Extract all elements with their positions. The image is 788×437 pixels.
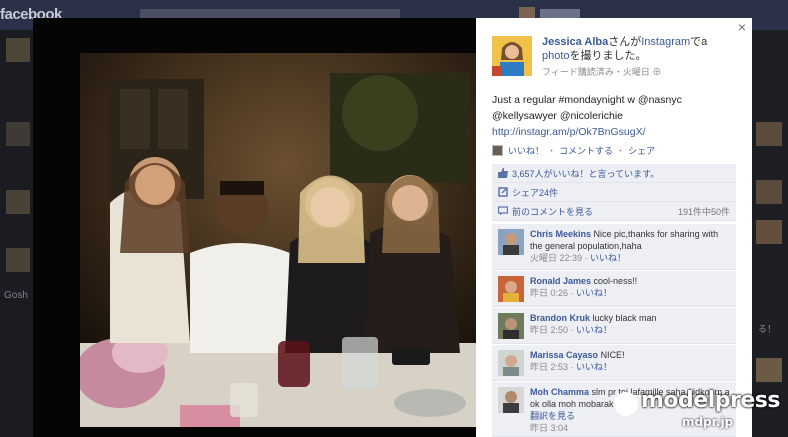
- viewer-avatar-icon: [492, 145, 503, 156]
- comment-time[interactable]: 昨日 3:04: [530, 423, 568, 433]
- share-icon: [498, 187, 508, 197]
- commenter-name[interactable]: Brandon Kruk: [530, 313, 590, 323]
- instagram-url-link[interactable]: http://instagr.am/p/Ok7BnGsugX/: [492, 124, 742, 140]
- commenter-name[interactable]: Chris Meekins: [530, 229, 591, 239]
- comment-like-link[interactable]: いいね！: [576, 325, 612, 335]
- commenter-avatar[interactable]: [498, 350, 524, 376]
- commenter-name[interactable]: Marissa Cayaso: [530, 350, 598, 360]
- photo-illustration: [80, 53, 492, 427]
- feed-thumbnail: [756, 180, 782, 204]
- commenter-avatar[interactable]: [498, 387, 524, 413]
- comment-time[interactable]: 昨日 0:26: [530, 288, 568, 298]
- comment-bubble-icon: [498, 206, 508, 216]
- instagram-photo[interactable]: [80, 53, 492, 427]
- modelpress-logo-icon: [614, 392, 638, 416]
- story-header: Jessica AlbaさんがInstagramでa photoを撮りました。: [542, 36, 708, 62]
- view-previous-comments-link[interactable]: 前のコメントを見る: [512, 205, 593, 218]
- comment-like-link[interactable]: いいね！: [576, 362, 612, 372]
- shares-count[interactable]: シェア24件: [512, 186, 558, 199]
- comment-meta: 昨日 0:26 · いいね！: [530, 288, 613, 298]
- share-link[interactable]: シェア: [628, 144, 655, 157]
- comment-body: Brandon Kruk lucky black man 昨日 2:50 · い…: [530, 312, 730, 336]
- commenter-avatar[interactable]: [498, 229, 524, 255]
- commenter-name[interactable]: Moh Chamma: [530, 387, 589, 397]
- author-avatar[interactable]: [492, 36, 532, 76]
- comment-time[interactable]: 昨日 2:50: [530, 325, 568, 335]
- comment-meta: 昨日 2:50 · いいね！: [530, 325, 613, 335]
- comment-body: Chris Meekins Nice pic,thanks for sharin…: [530, 228, 730, 264]
- feed-thumbnail: [756, 122, 782, 146]
- feedback-summary: 3,657人がいいね！と言っています。 シェア24件 前のコメントを見る 191…: [492, 164, 736, 221]
- story-meta: フィード購読済み・火曜日 ⊕: [542, 65, 661, 78]
- screen: facebook Gosh る！ × Jessica AlbaさんがInstag…: [0, 0, 788, 437]
- commenter-avatar[interactable]: [498, 276, 524, 302]
- likes-row[interactable]: 3,657人がいいね！と言っています。: [492, 164, 736, 183]
- comment-link[interactable]: コメントする: [559, 144, 613, 157]
- post-caption: Just a regular #mondaynight w @nasnyc @k…: [492, 92, 742, 140]
- like-link[interactable]: いいね！: [508, 144, 544, 157]
- comment-item: Brandon Kruk lucky black man 昨日 2:50 · い…: [492, 308, 736, 344]
- comment-text: NICE!: [600, 350, 625, 360]
- subscription-timestamp[interactable]: フィード購読済み・火曜日: [542, 67, 650, 77]
- background-feed-right: る！: [752, 30, 788, 437]
- comment-item: Marissa Cayaso NICE! 昨日 2:53 · いいね！: [492, 345, 736, 381]
- comment-text: lucky black man: [592, 313, 657, 323]
- caption-line: Just a regular #mondaynight w @nasnyc: [492, 94, 682, 106]
- avatar-image: [492, 36, 532, 76]
- watermark-subtext: mdpr.jp: [682, 415, 734, 429]
- caption-line: @kellysawyer @nicolerichie: [492, 110, 624, 122]
- photo-stage[interactable]: [33, 18, 492, 437]
- feed-thumbnail: [6, 248, 30, 272]
- story-text: さんが: [608, 36, 642, 48]
- comment-item: Ronald James cool-ness!! 昨日 0:26 · いいね！: [492, 271, 736, 307]
- feed-thumbnail: [756, 220, 782, 244]
- commenter-name[interactable]: Ronald James: [530, 276, 591, 286]
- photo-details-panel: × Jessica AlbaさんがInstagramでa photoを撮りました…: [476, 18, 752, 437]
- watermark-text: modelpress: [641, 388, 780, 413]
- thumbs-up-icon: [498, 168, 508, 178]
- feed-thumbnail: [756, 358, 782, 382]
- modelpress-watermark: modelpress mdpr.jp: [600, 386, 788, 437]
- photo-link[interactable]: photo: [542, 50, 570, 62]
- comment-time[interactable]: 昨日 2:53: [530, 362, 568, 372]
- feed-thumbnail: [6, 38, 30, 62]
- globe-icon: ⊕: [652, 67, 662, 77]
- translate-link[interactable]: 翻訳を見る: [530, 411, 575, 421]
- previous-comments-row[interactable]: 前のコメントを見る 191件中50件: [492, 202, 736, 221]
- comment-meta: 火曜日 22:39 · いいね！: [530, 253, 627, 263]
- comment-body: Ronald James cool-ness!! 昨日 0:26 · いいね！: [530, 275, 730, 299]
- author-name-link[interactable]: Jessica Alba: [542, 36, 608, 48]
- feed-thumbnail: [6, 190, 30, 214]
- close-icon[interactable]: ×: [736, 20, 748, 34]
- commenter-avatar[interactable]: [498, 313, 524, 339]
- feed-text: Gosh: [4, 290, 28, 301]
- comment-time[interactable]: 火曜日 22:39: [530, 253, 582, 263]
- app-link[interactable]: Instagram: [641, 36, 690, 48]
- story-text: で: [690, 36, 702, 48]
- shares-row[interactable]: シェア24件: [492, 183, 736, 202]
- action-row: いいね！ ・ コメントする ・ シェア: [492, 144, 655, 157]
- comment-count: 191件中50件: [677, 206, 730, 217]
- comment-like-link[interactable]: いいね！: [576, 288, 612, 298]
- comment-meta: 昨日 2:53 · いいね！: [530, 362, 613, 372]
- feed-thumbnail: [6, 122, 30, 146]
- comment-body: Marissa Cayaso NICE! 昨日 2:53 · いいね！: [530, 349, 730, 373]
- feed-text: る！: [758, 324, 777, 334]
- comment-like-link[interactable]: いいね！: [590, 253, 626, 263]
- story-text: を撮りました。: [569, 50, 647, 62]
- comment-item: Chris Meekins Nice pic,thanks for sharin…: [492, 224, 736, 270]
- comment-text: cool-ness!!: [593, 276, 638, 286]
- likes-count[interactable]: 3,657人がいいね！と言っています。: [512, 167, 659, 180]
